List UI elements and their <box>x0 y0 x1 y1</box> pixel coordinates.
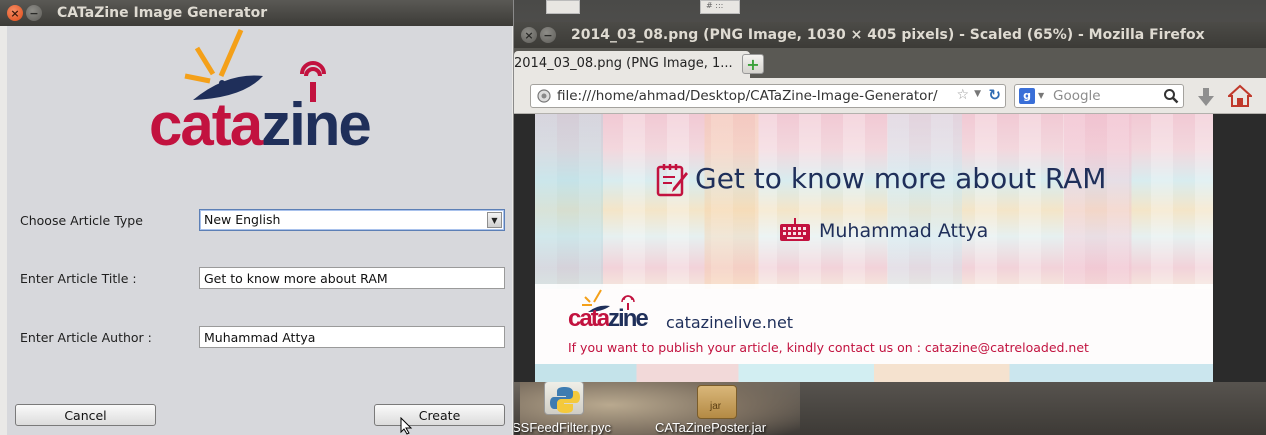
poster-title: Get to know more about RAM <box>695 162 1107 195</box>
tab-label: 2014_03_08.png (PNG Image, 1... <box>514 56 733 71</box>
firefox-titlebar[interactable]: × − 2014_03_08.png (PNG Image, 1030 × 40… <box>514 22 1266 48</box>
jar-file-icon[interactable]: jar <box>697 385 737 419</box>
new-tab-button[interactable]: + <box>742 54 764 74</box>
minimize-icon[interactable]: − <box>26 5 42 21</box>
desktop-icon-label[interactable]: CATaZinePoster.jar <box>655 420 766 435</box>
generator-dialog: × − CATaZine Image Generator catazine Ch… <box>0 0 514 435</box>
search-engine-dropdown-icon[interactable]: ▼ <box>1038 91 1044 100</box>
article-title-label: Enter Article Title : <box>20 271 137 286</box>
home-icon[interactable] <box>1228 84 1252 108</box>
search-placeholder: Google <box>1053 88 1101 104</box>
python-file-icon[interactable] <box>544 381 584 415</box>
firefox-window: × − 2014_03_08.png (PNG Image, 1030 × 40… <box>514 22 1266 382</box>
article-author-label: Enter Article Author : <box>20 330 152 345</box>
window-minimize-icon[interactable]: − <box>540 27 556 43</box>
google-engine-icon[interactable]: g <box>1019 88 1035 104</box>
poster-contact: If you want to publish your article, kin… <box>568 340 1089 355</box>
notepad-icon <box>656 164 688 197</box>
poster-background-overlay <box>535 114 1213 289</box>
desktop-tile <box>546 0 580 14</box>
article-title-input[interactable]: Get to know more about RAM <box>199 267 505 289</box>
jar-badge: jar <box>710 401 722 412</box>
tab-bar: 2014_03_08.png (PNG Image, 1... + <box>514 48 1266 78</box>
search-icon[interactable] <box>1163 88 1179 104</box>
logo-text: catazine <box>149 91 372 158</box>
plus-icon: + <box>746 54 760 74</box>
create-button[interactable]: Create <box>374 404 505 426</box>
article-author-input[interactable]: Muhammad Attya <box>199 326 505 348</box>
bookmark-star-icon[interactable]: ☆ <box>956 87 969 103</box>
catazine-logo: catazine <box>147 28 397 158</box>
globe-icon <box>537 89 551 103</box>
poster-site: catazinelive.net <box>666 313 794 332</box>
firefox-window-title: 2014_03_08.png (PNG Image, 1030 × 405 pi… <box>571 27 1205 43</box>
poster-author: Muhammad Attya <box>819 220 989 242</box>
url-bar[interactable]: file:///home/ahmad/Desktop/CATaZine-Imag… <box>530 84 1006 108</box>
desktop-tile-label: # ::: <box>700 0 740 14</box>
url-text: file:///home/ahmad/Desktop/CATaZine-Imag… <box>557 88 938 104</box>
close-icon[interactable]: × <box>7 5 23 21</box>
mouse-cursor-icon <box>400 417 413 435</box>
keyboard-icon <box>780 218 810 241</box>
article-type-label: Choose Article Type <box>20 213 143 228</box>
dialog-body: catazine Choose Article Type New English… <box>7 26 512 435</box>
url-dropdown-icon[interactable]: ▼ <box>974 89 981 99</box>
poster-image: Get to know more about RAM Muhammad Atty… <box>535 114 1213 382</box>
desktop-icon-label[interactable]: SSFeedFilter.pyc <box>512 420 611 435</box>
tab-image[interactable]: 2014_03_08.png (PNG Image, 1... <box>514 51 750 78</box>
dialog-title: CATaZine Image Generator <box>57 5 268 21</box>
dialog-titlebar[interactable]: × − CATaZine Image Generator <box>0 0 513 26</box>
reload-icon[interactable]: ↻ <box>988 86 1001 104</box>
article-type-select[interactable]: New English ▼ <box>199 209 505 231</box>
page-content: Get to know more about RAM Muhammad Atty… <box>514 114 1266 382</box>
article-type-value: New English <box>204 212 281 227</box>
download-icon[interactable] <box>1196 86 1216 108</box>
search-bar[interactable]: g ▼ Google <box>1014 84 1184 108</box>
poster-logo: catazine <box>568 288 660 336</box>
poster-logo-text: catazine <box>568 305 649 332</box>
window-close-icon[interactable]: × <box>521 27 537 43</box>
chevron-down-icon[interactable]: ▼ <box>487 212 502 228</box>
cancel-button[interactable]: Cancel <box>15 404 156 426</box>
navigation-toolbar: file:///home/ahmad/Desktop/CATaZine-Imag… <box>514 78 1266 114</box>
poster-bottom-strip <box>535 364 1213 382</box>
